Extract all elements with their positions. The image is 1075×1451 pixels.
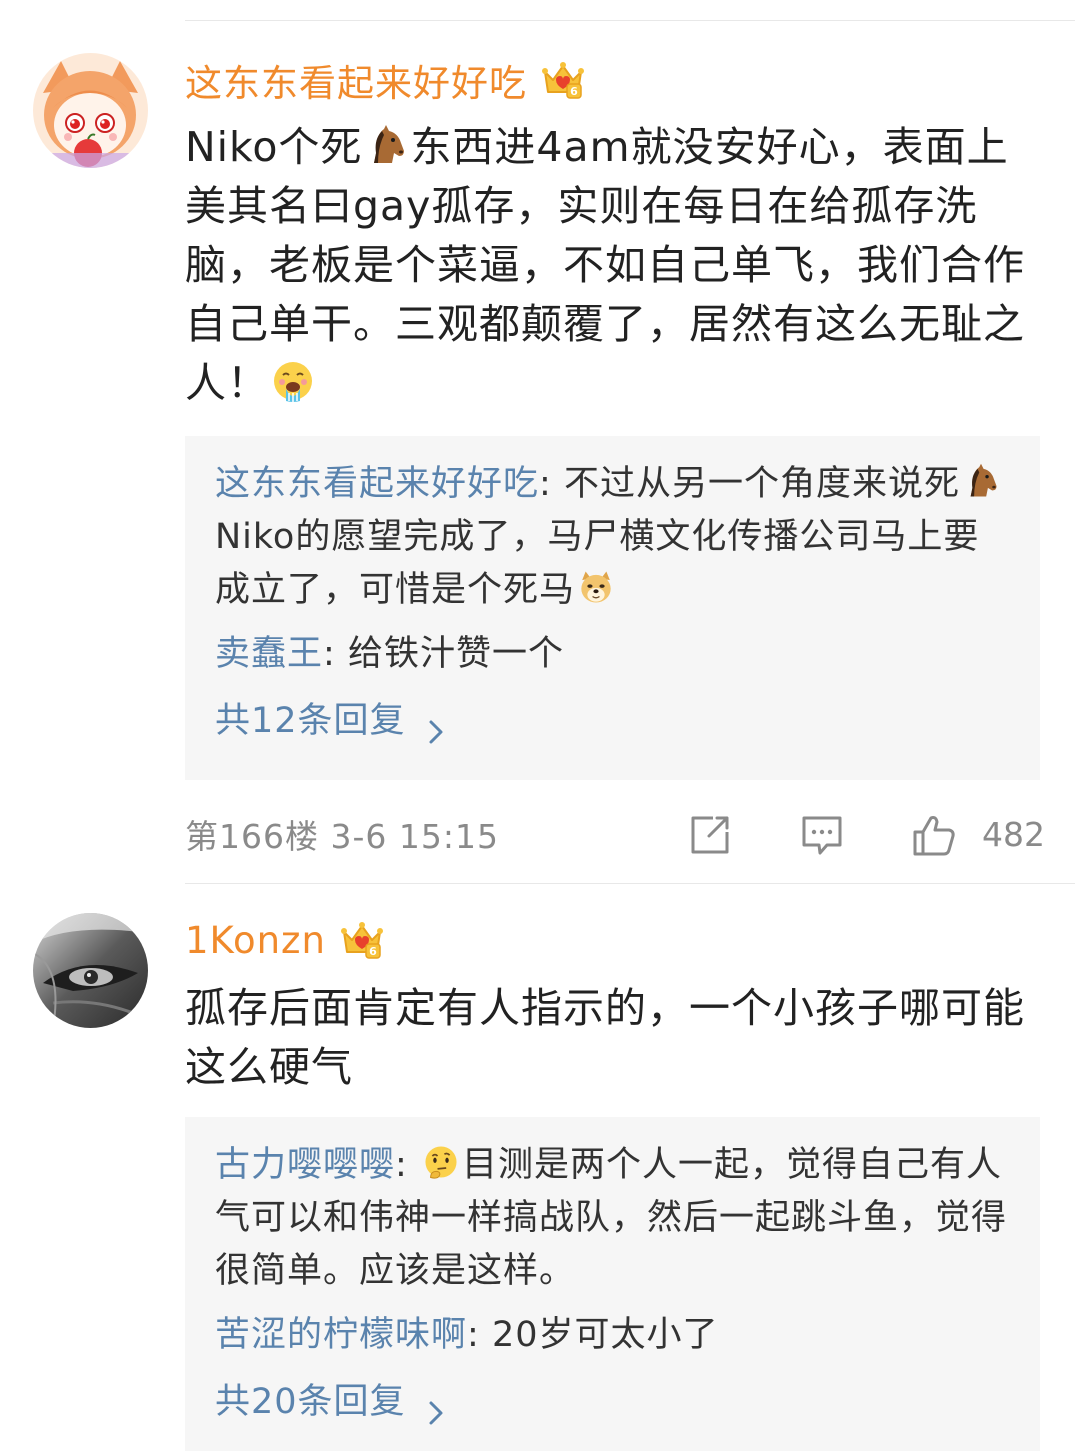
username[interactable]: 这东东看起来好好吃 (185, 53, 527, 107)
comment-item: 1Konzn 6 孤存后面肯定有人指示的，一个小孩子哪可能这么硬气 古力嘤嘤嘤: (0, 885, 1075, 1451)
avatar[interactable] (33, 913, 148, 1028)
reply-separator: : (323, 634, 348, 674)
reply-text: 给铁汁赞一个 (347, 634, 564, 674)
comment-text: Niko个死 (185, 123, 363, 171)
username-row: 这东东看起来好好吃 6 (185, 50, 585, 110)
avatar[interactable] (33, 53, 148, 168)
horse-emoji-icon (962, 462, 1000, 500)
reply-username[interactable]: 苦涩的柠檬味啊 (215, 1315, 467, 1355)
more-replies-link[interactable]: 共12条回复 (215, 691, 1010, 751)
reply-username[interactable]: 这东东看起来好好吃 (215, 464, 539, 504)
share-icon[interactable] (687, 812, 733, 858)
doge-emoji-icon (577, 568, 615, 606)
vomit-emoji-icon (271, 359, 315, 403)
reply-separator: : (395, 1145, 420, 1185)
reply-separator: : (539, 464, 564, 504)
more-replies-label: 共12条回复 (215, 701, 406, 741)
floor-and-time: 第166楼 3-6 15:15 (185, 817, 499, 856)
horse-emoji-icon (364, 123, 408, 167)
reply-item: 苦涩的柠檬味啊: 20岁可太小了 (215, 1309, 1010, 1362)
svg-text:6: 6 (369, 945, 377, 958)
reply-preview-box[interactable]: 这东东看起来好好吃: 不过从另一个角度来说死 Niko的愿望完成了，马尸横文化传… (185, 436, 1040, 780)
comment-content: 孤存后面肯定有人指示的，一个小孩子哪可能这么硬气 (185, 979, 1045, 1097)
like-count: 482 (982, 815, 1045, 854)
chevron-right-icon (426, 706, 448, 744)
comment-icon[interactable] (799, 812, 845, 858)
reply-item: 古力嘤嘤嘤: 目测是两个人一起，觉得自己有人气可以和伟神一样搞战队，然后一起跳斗… (215, 1139, 1010, 1298)
thinking-emoji-icon (422, 1143, 460, 1181)
chevron-right-icon (426, 1387, 448, 1425)
reply-text: 20岁可太小了 (491, 1315, 719, 1355)
more-replies-label: 共20条回复 (215, 1382, 406, 1422)
crown-vip-icon: 6 (340, 918, 384, 962)
reply-preview-box[interactable]: 古力嘤嘤嘤: 目测是两个人一起，觉得自己有人气可以和伟神一样搞战队，然后一起跳斗… (185, 1117, 1040, 1451)
reply-username[interactable]: 古力嘤嘤嘤 (215, 1145, 395, 1185)
reply-separator: : (467, 1315, 492, 1355)
comment-meta-row: 第166楼 3-6 15:15 482 (185, 804, 1045, 864)
svg-text:6: 6 (570, 85, 578, 98)
comment-content: Niko个死 东西进4am就没安好心，表面上美其名曰gay孤存，实则在每日在给孤… (185, 118, 1045, 413)
reply-text: 不过从另一个角度来说死 (563, 464, 960, 504)
reply-item: 卖蠢王: 给铁汁赞一个 (215, 628, 1010, 681)
username[interactable]: 1Konzn (185, 919, 326, 962)
comment-text: 孤存后面肯定有人指示的，一个小孩子哪可能这么硬气 (185, 984, 1025, 1091)
reply-username[interactable]: 卖蠢王 (215, 634, 323, 674)
comment-divider (185, 883, 1075, 884)
reply-item: 这东东看起来好好吃: 不过从另一个角度来说死 Niko的愿望完成了，马尸横文化传… (215, 458, 1010, 617)
thumbs-up-icon[interactable] (911, 812, 957, 858)
comment-item: 这东东看起来好好吃 6 Niko个死 东西进4am就没安好心，表面上美其名曰ga… (0, 0, 1075, 885)
more-replies-link[interactable]: 共20条回复 (215, 1372, 1010, 1432)
username-row: 1Konzn 6 (185, 910, 384, 970)
crown-vip-icon: 6 (541, 58, 585, 102)
